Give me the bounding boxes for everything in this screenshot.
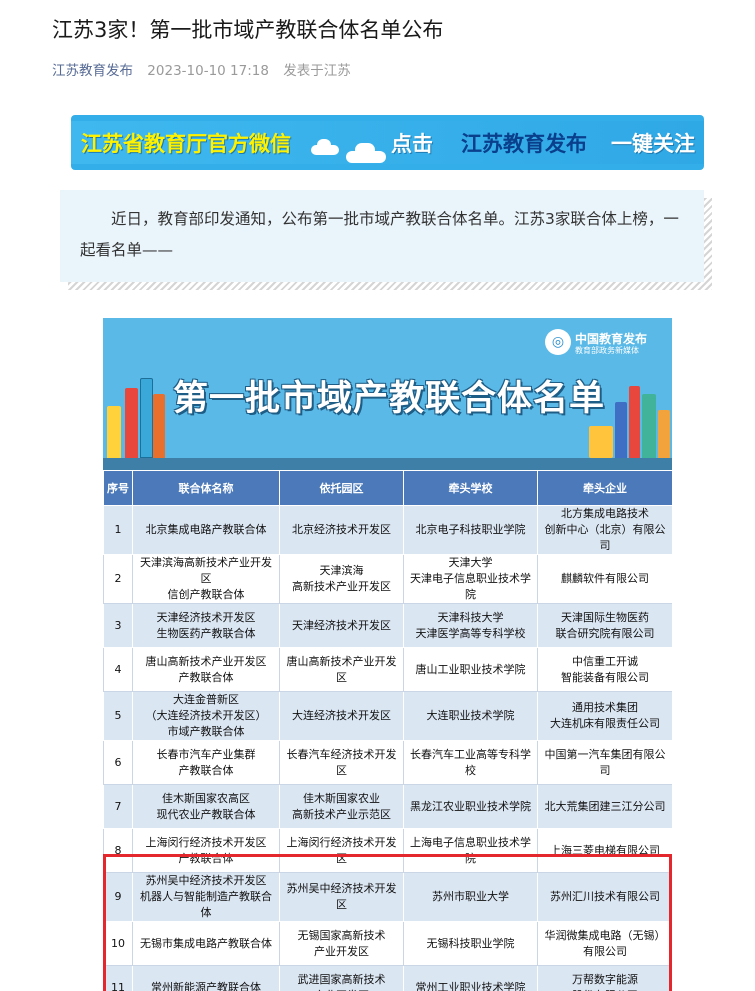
lead-school: 北京电子科技职业学院 xyxy=(403,505,538,555)
column-header: 牵头企业 xyxy=(537,470,672,506)
banner-account-name: 江苏教育发布 xyxy=(461,132,587,156)
host-park: 天津滨海 高新技术产业开发区 xyxy=(279,554,404,604)
cloud-icon xyxy=(355,143,375,157)
book-icon xyxy=(642,394,656,458)
book-icon xyxy=(140,378,153,458)
book-icon xyxy=(153,394,165,458)
row-number: 1 xyxy=(103,505,133,555)
book-icon xyxy=(629,386,640,458)
book-icon xyxy=(125,388,138,458)
banner-click-text: 点击 xyxy=(391,132,433,156)
publish-location: 发表于江苏 xyxy=(283,63,351,79)
account-name-link[interactable]: 江苏教育发布 xyxy=(52,63,133,79)
jiangsu-highlight-box xyxy=(103,854,672,991)
host-park: 大连经济技术开发区 xyxy=(279,691,404,741)
intro-paragraph: 近日，教育部印发通知，公布第一批市域产教联合体名单。江苏3家联合体上榜，一起看名… xyxy=(60,190,704,282)
lead-company: 中信重工开诚 智能装备有限公司 xyxy=(537,647,672,692)
intro-text: 近日，教育部印发通知，公布第一批市域产教联合体名单。江苏3家联合体上榜，一起看名… xyxy=(80,210,679,259)
row-number: 2 xyxy=(103,554,133,604)
book-icon xyxy=(658,410,670,458)
host-park: 天津经济技术开发区 xyxy=(279,603,404,648)
banner-follow-text: 一键关注 xyxy=(611,132,695,156)
table-row: 4 唐山高新技术产业开发区 产教联合体 唐山高新技术产业开发区 唐山工业职业技术学院中… xyxy=(103,647,672,692)
table-row: 1 北京集成电路产教联合体 北京经济技术开发区 北京电子科技职业学院 北方集成电路技术 … xyxy=(103,505,672,555)
lead-school: 唐山工业职业技术学院 xyxy=(403,647,538,692)
host-park: 佳木斯国家农业 高新技术产业示范区 xyxy=(279,784,404,829)
lead-company: 麒麟软件有限公司 xyxy=(537,554,672,604)
follow-banner[interactable]: 江苏省教育厅官方微信 点击 江苏教育发布 一键关注 xyxy=(71,115,704,170)
infographic-title: 第一批市域产教联合体名单 xyxy=(173,379,606,419)
alliance-name: 北京集成电路产教联合体 xyxy=(132,505,280,555)
publish-time: 2023-10-10 17:18 xyxy=(147,63,269,79)
infographic-header: ◎ 中国教育发布 教育部政务新媒体 第一批市域产教联合体名单 xyxy=(103,318,672,470)
lead-company: 天津国际生物医药 联合研究院有限公司 xyxy=(537,603,672,648)
lead-company: 通用技术集团 大连机床有限责任公司 xyxy=(537,691,672,741)
bookshelf xyxy=(103,458,672,470)
column-header: 牵头学校 xyxy=(403,470,538,506)
book-icon xyxy=(615,402,627,458)
table-row: 2 天津滨海高新技术产业开发区 信创产教联合体 天津滨海 高新技术产业开发区 天津大学… xyxy=(103,554,672,604)
table-row: 5 大连金普新区 （大连经济技术开发区） 市域产教联合体 大连经济技术开发区 大连职业… xyxy=(103,691,672,741)
lead-school: 大连职业技术学院 xyxy=(403,691,538,741)
lead-school: 天津科技大学 天津医学高等专科学校 xyxy=(403,603,538,648)
column-header: 序号 xyxy=(103,470,133,506)
logo-sub-text: 教育部政务新媒体 xyxy=(575,346,639,355)
row-number: 4 xyxy=(103,647,133,692)
lead-company: 北方集成电路技术 创新中心（北京）有限公司 xyxy=(537,505,672,555)
lead-school: 长春汽车工业高等专科学校 xyxy=(403,740,538,785)
table-header-row: 序号 联合体名称 依托园区 牵头学校 牵头企业 xyxy=(103,470,672,506)
alliance-name: 长春市汽车产业集群 产教联合体 xyxy=(132,740,280,785)
table-row: 7 佳木斯国家农高区 现代农业产教联合体 佳木斯国家农业 高新技术产业示范区 黑龙江农… xyxy=(103,784,672,829)
alliance-name: 佳木斯国家农高区 现代农业产教联合体 xyxy=(132,784,280,829)
cloud-icon xyxy=(317,139,331,151)
row-number: 7 xyxy=(103,784,133,829)
host-park: 北京经济技术开发区 xyxy=(279,505,404,555)
column-header: 依托园区 xyxy=(279,470,404,506)
host-park: 长春汽车经济技术开发区 xyxy=(279,740,404,785)
lead-school: 天津大学 天津电子信息职业技术学院 xyxy=(403,554,538,604)
pencil-cup-icon xyxy=(589,426,613,458)
banner-official-account-text: 江苏省教育厅官方微信 xyxy=(81,132,291,156)
lead-company: 北大荒集团建三江分公司 xyxy=(537,784,672,829)
host-park: 唐山高新技术产业开发区 xyxy=(279,647,404,692)
alliance-name: 唐山高新技术产业开发区 产教联合体 xyxy=(132,647,280,692)
list-infographic: ◎ 中国教育发布 教育部政务新媒体 第一批市域产教联合体名单 序号 联合体名称 … xyxy=(103,318,672,991)
article-meta: 江苏教育发布 2023-10-10 17:18 发表于江苏 xyxy=(52,59,351,79)
row-number: 6 xyxy=(103,740,133,785)
education-logo-icon: ◎ xyxy=(545,329,571,355)
table-row: 6 长春市汽车产业集群 产教联合体 长春汽车经济技术开发区 长春汽车工业高等专科学校中… xyxy=(103,740,672,785)
row-number: 5 xyxy=(103,691,133,741)
article-title: 江苏3家！第一批市域产教联合体名单公布 xyxy=(52,18,444,42)
lead-school: 黑龙江农业职业技术学院 xyxy=(403,784,538,829)
table-row: 3 天津经济技术开发区 生物医药产教联合体 天津经济技术开发区 天津科技大学 天津医学… xyxy=(103,603,672,648)
alliance-name: 天津经济技术开发区 生物医药产教联合体 xyxy=(132,603,280,648)
alliance-name: 天津滨海高新技术产业开发区 信创产教联合体 xyxy=(132,554,280,604)
lead-company: 中国第一汽车集团有限公司 xyxy=(537,740,672,785)
row-number: 3 xyxy=(103,603,133,648)
column-header: 联合体名称 xyxy=(132,470,280,506)
alliance-name: 大连金普新区 （大连经济技术开发区） 市域产教联合体 xyxy=(132,691,280,741)
book-icon xyxy=(107,406,121,458)
